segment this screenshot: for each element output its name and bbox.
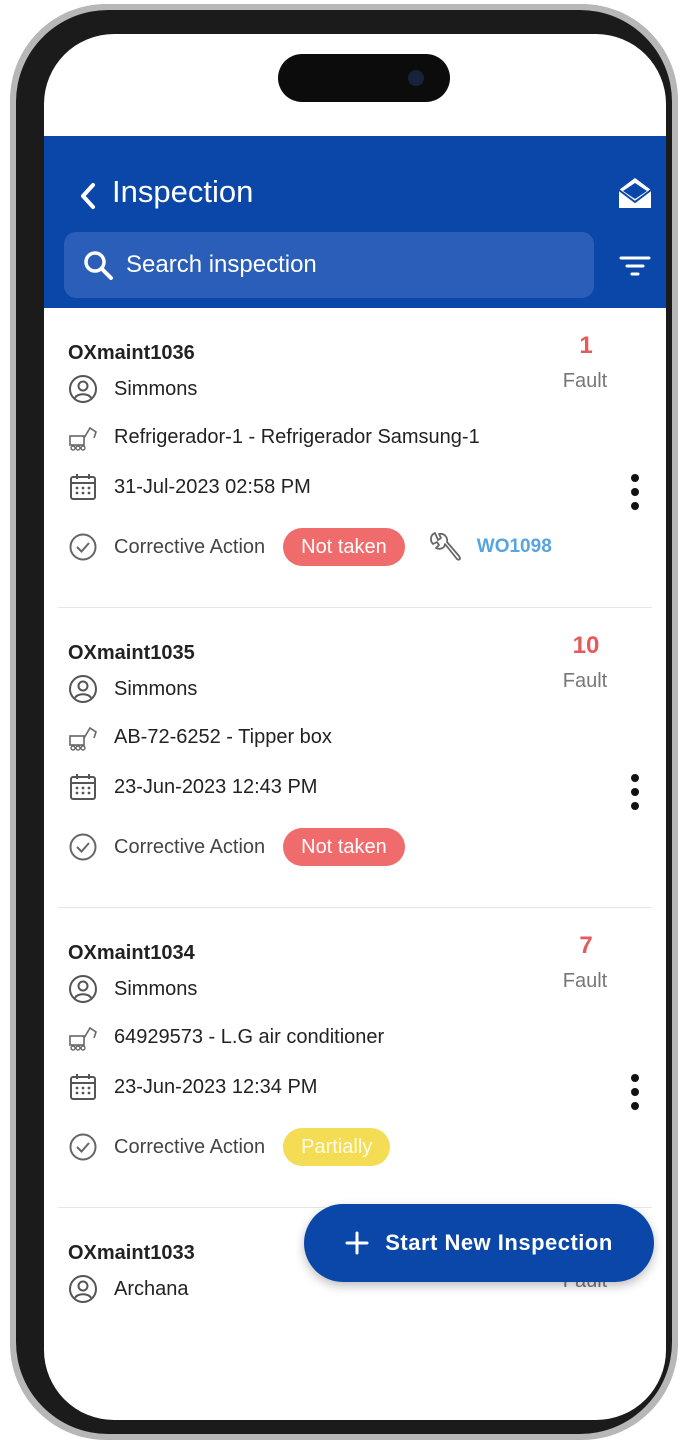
- app-header: Inspection: [44, 136, 666, 308]
- user-circle-icon: [69, 675, 97, 703]
- fault-count: 10: [572, 632, 600, 659]
- phone-screen: Inspection OXmaint1036 1 Fault: [44, 34, 666, 1420]
- calendar-icon: [70, 1074, 96, 1100]
- user-circle-icon: [69, 1275, 97, 1303]
- status-badge: Not taken: [283, 528, 405, 566]
- check-circle-icon: [69, 533, 97, 561]
- user-name: Simmons: [114, 377, 198, 400]
- filter-icon[interactable]: [619, 254, 651, 278]
- user-row: Simmons: [68, 974, 197, 1004]
- user-circle-icon: [69, 975, 97, 1003]
- asset-name: AB-72-6252 - Tipper box: [114, 725, 332, 748]
- corrective-action-label: Corrective Action: [114, 535, 266, 558]
- inspection-id: OXmaint1033: [68, 1242, 195, 1264]
- excavator-icon: [69, 426, 97, 451]
- fault-count: 7: [579, 932, 593, 959]
- asset-row: Refrigerador-1 - Refrigerador Samsung-1: [68, 422, 480, 452]
- check-circle-icon: [69, 833, 97, 861]
- calendar-icon: [70, 774, 96, 800]
- asset-name: 64929573 - L.G air conditioner: [114, 1025, 385, 1048]
- start-new-inspection-button[interactable]: Start New Inspection: [304, 1204, 654, 1282]
- corrective-action-row: Corrective Action Partially: [68, 1128, 391, 1166]
- inspection-id: OXmaint1034: [68, 942, 195, 964]
- asset-row: 64929573 - L.G air conditioner: [68, 1022, 384, 1052]
- fault-label: Fault: [562, 670, 608, 692]
- inspection-list: OXmaint1036 1 Fault Simmons Refrigerador…: [44, 308, 666, 1328]
- more-options-icon[interactable]: [630, 473, 640, 511]
- plus-icon: [345, 1231, 369, 1255]
- inspection-datetime: 23-Jun-2023 12:43 PM: [114, 775, 318, 798]
- inspection-id: OXmaint1036: [68, 342, 195, 364]
- inspection-card[interactable]: OXmaint1035 10 Fault Simmons AB-72-6252 …: [58, 608, 652, 908]
- page-title: Inspection: [112, 174, 254, 209]
- search-bar: [64, 232, 594, 298]
- fault-label: Fault: [562, 970, 608, 992]
- user-name: Simmons: [114, 977, 198, 1000]
- corrective-action-label: Corrective Action: [114, 1135, 266, 1158]
- inspection-card[interactable]: OXmaint1034 7 Fault Simmons 64929573 - L…: [58, 908, 652, 1208]
- inspection-card[interactable]: OXmaint1036 1 Fault Simmons Refrigerador…: [58, 308, 652, 608]
- search-icon: [84, 251, 113, 280]
- date-row: 23-Jun-2023 12:34 PM: [68, 1072, 317, 1102]
- open-envelope-icon[interactable]: [617, 176, 653, 210]
- corrective-action-row: Corrective Action Not taken WO1098: [68, 528, 552, 566]
- fault-label: Fault: [562, 370, 608, 392]
- user-row: Simmons: [68, 374, 197, 404]
- inspection-datetime: 31-Jul-2023 02:58 PM: [114, 475, 311, 498]
- status-badge: Partially: [283, 1128, 391, 1166]
- start-new-inspection-label: Start New Inspection: [385, 1230, 613, 1255]
- corrective-action-label: Corrective Action: [114, 835, 266, 858]
- inspection-id: OXmaint1035: [68, 642, 195, 664]
- excavator-icon: [69, 1026, 97, 1051]
- corrective-action-row: Corrective Action Not taken: [68, 828, 405, 866]
- user-name: Archana: [114, 1277, 189, 1300]
- more-options-icon[interactable]: [630, 773, 640, 811]
- status-badge: Not taken: [283, 828, 405, 866]
- check-circle-icon: [69, 1133, 97, 1161]
- dynamic-island: [278, 54, 450, 102]
- asset-row: AB-72-6252 - Tipper box: [68, 722, 332, 752]
- excavator-icon: [69, 726, 97, 751]
- date-row: 31-Jul-2023 02:58 PM: [68, 472, 311, 502]
- user-row: Archana: [68, 1274, 189, 1304]
- camera-icon: [408, 70, 424, 86]
- user-circle-icon: [69, 375, 97, 403]
- wrench-icon: [429, 532, 461, 561]
- more-options-icon[interactable]: [630, 1073, 640, 1111]
- fault-count: 1: [579, 332, 593, 359]
- calendar-icon: [70, 474, 96, 500]
- search-input[interactable]: [126, 232, 566, 298]
- back-chevron-icon[interactable]: [78, 181, 98, 211]
- work-order-link[interactable]: WO1098: [477, 536, 552, 558]
- inspection-datetime: 23-Jun-2023 12:34 PM: [114, 1075, 318, 1098]
- user-name: Simmons: [114, 677, 198, 700]
- user-row: Simmons: [68, 674, 197, 704]
- date-row: 23-Jun-2023 12:43 PM: [68, 772, 317, 802]
- asset-name: Refrigerador-1 - Refrigerador Samsung-1: [114, 425, 480, 448]
